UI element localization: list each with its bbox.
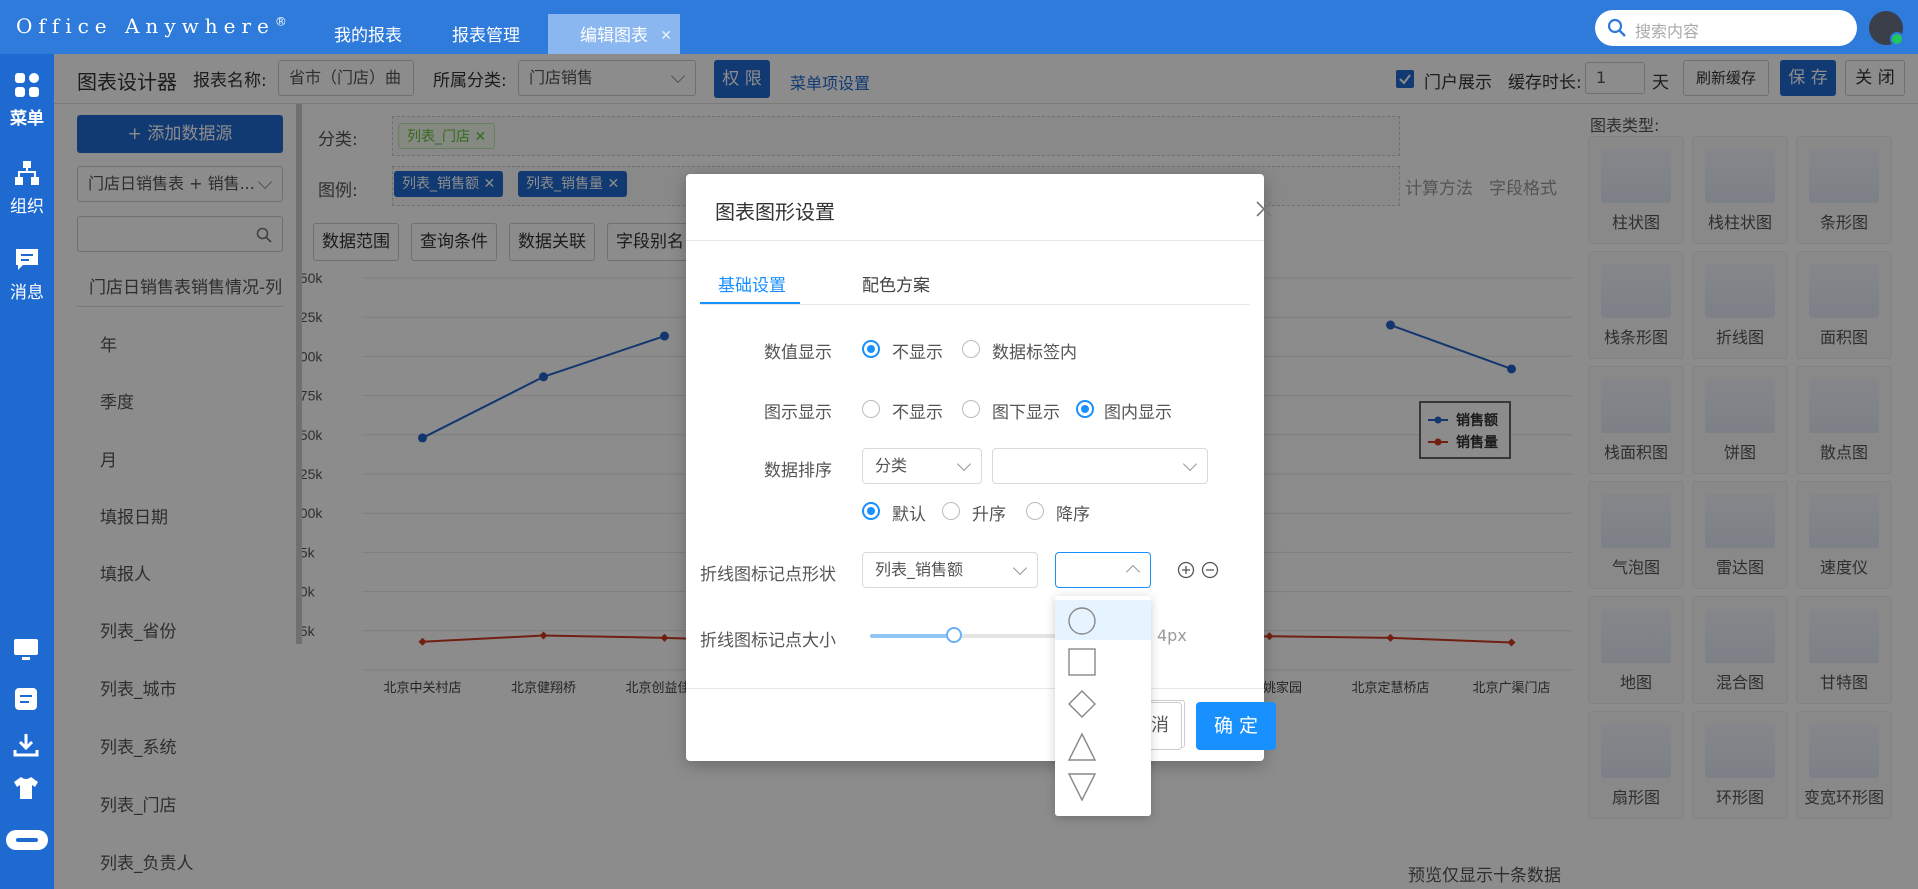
value-display-inside-radio[interactable]	[962, 340, 980, 358]
close-tab-icon[interactable]: ✕	[660, 14, 672, 58]
chevron-down-icon	[956, 456, 972, 472]
triangle-down-icon	[1067, 773, 1097, 802]
tab-active-indicator	[700, 302, 800, 304]
legend-inside-label: 图内显示	[1104, 403, 1172, 423]
legend-hide-radio[interactable]	[862, 400, 880, 418]
shirt-icon[interactable]	[12, 776, 40, 800]
nav-menu[interactable]: 菜单	[0, 72, 54, 129]
marker-series-value: 列表_销售额	[875, 560, 964, 579]
circle-icon	[1068, 607, 1096, 635]
chart-settings-dialog: 图表图形设置 基础设置 配色方案 数值显示 不显示 数据标签内 图示显示 不显示…	[686, 174, 1276, 761]
shape-option-diamond[interactable]	[1055, 684, 1151, 724]
tab-my-reports[interactable]: 我的报表	[310, 14, 426, 54]
message-icon	[16, 249, 38, 270]
marker-size-label: 折线图标记点大小	[700, 631, 836, 651]
square-icon	[1068, 648, 1096, 676]
divider	[686, 240, 1264, 241]
sort-default-label: 默认	[892, 505, 926, 525]
nav-org-label: 组织	[10, 197, 44, 217]
chevron-up-icon	[1125, 564, 1141, 580]
org-chart-icon	[15, 161, 39, 185]
remove-circle-icon[interactable]	[1201, 561, 1219, 579]
diamond-icon	[1068, 690, 1096, 718]
search-icon	[1607, 18, 1626, 37]
sort-asc-radio[interactable]	[942, 502, 960, 520]
sort-label: 数据排序	[764, 461, 832, 481]
nav-org[interactable]: 组织	[0, 160, 54, 217]
shape-option-square[interactable]	[1055, 642, 1151, 682]
legend-below-label: 图下显示	[992, 403, 1060, 423]
chevron-down-icon	[1012, 560, 1028, 576]
tab-basic-settings[interactable]: 基础设置	[718, 271, 786, 296]
sort-default-radio[interactable]	[862, 502, 880, 520]
tab-underline-track	[700, 304, 1250, 305]
nav-messages[interactable]: 消息	[0, 246, 54, 303]
nav-menu-label: 菜单	[10, 109, 44, 129]
tab-report-management[interactable]: 报表管理	[428, 14, 544, 54]
slider-handle[interactable]	[946, 627, 962, 643]
sort-field-value: 分类	[875, 456, 908, 475]
tab-edit-chart-label: 编辑图表	[580, 26, 648, 46]
legend-inside-radio[interactable]	[1076, 400, 1094, 418]
online-status-dot	[1890, 32, 1904, 46]
legend-below-radio[interactable]	[962, 400, 980, 418]
sort-field-select[interactable]: 分类	[862, 448, 982, 484]
sort-asc-label: 升序	[972, 505, 1006, 525]
search-box[interactable]: 搜索内容	[1595, 10, 1857, 46]
marker-shape-dropdown	[1055, 596, 1151, 816]
tab-color-scheme[interactable]: 配色方案	[862, 271, 930, 296]
shape-option-circle[interactable]	[1055, 600, 1151, 640]
marker-shape-label: 折线图标记点形状	[700, 565, 836, 585]
triangle-up-icon	[1067, 732, 1097, 761]
document-icon[interactable]	[13, 686, 39, 712]
legend-display-label: 图示显示	[764, 403, 832, 423]
app-logo[interactable]: Office Anywhere®	[16, 14, 287, 38]
value-display-label: 数值显示	[764, 343, 832, 363]
close-icon[interactable]	[1255, 200, 1273, 218]
sort-desc-label: 降序	[1056, 505, 1090, 525]
marker-shape-select[interactable]	[1055, 552, 1151, 588]
monitor-icon[interactable]	[13, 638, 39, 662]
value-display-hide-label: 不显示	[892, 343, 943, 363]
divider	[686, 688, 1264, 689]
shape-option-triangle-down[interactable]	[1055, 768, 1151, 808]
logo-text: Office Anywhere	[16, 14, 275, 38]
nav-messages-label: 消息	[10, 283, 44, 303]
grid-icon	[15, 73, 39, 97]
logo-mark: ®	[274, 14, 287, 29]
shape-option-triangle-up[interactable]	[1055, 726, 1151, 766]
toggle-icon[interactable]	[6, 830, 48, 850]
value-display-hide-radio[interactable]	[862, 340, 880, 358]
download-icon[interactable]	[13, 732, 39, 758]
slider-fill	[870, 634, 954, 638]
add-circle-icon[interactable]	[1177, 561, 1195, 579]
ok-button[interactable]: 确 定	[1196, 702, 1276, 750]
sort-field2-select[interactable]	[992, 448, 1208, 484]
search-input[interactable]: 搜索内容	[1635, 18, 1699, 42]
value-display-inside-label: 数据标签内	[992, 343, 1077, 363]
tab-edit-chart[interactable]: 编辑图表 ✕	[548, 14, 680, 54]
chevron-down-icon	[1182, 456, 1198, 472]
sort-desc-radio[interactable]	[1026, 502, 1044, 520]
marker-size-value: 4px	[1157, 626, 1187, 645]
marker-series-select[interactable]: 列表_销售额	[862, 552, 1038, 588]
legend-hide-label: 不显示	[892, 403, 943, 423]
dialog-title: 图表图形设置	[715, 200, 835, 224]
